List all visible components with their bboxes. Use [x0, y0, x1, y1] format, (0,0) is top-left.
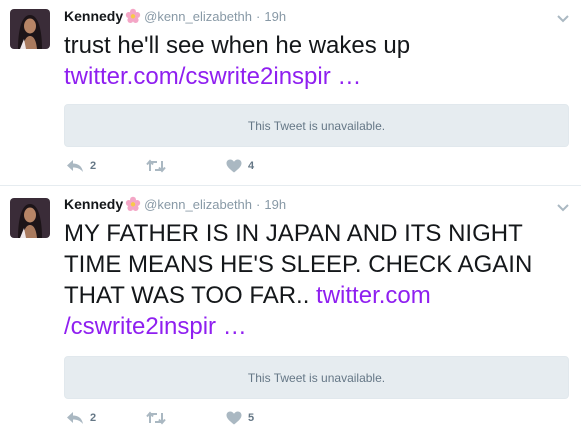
- flower-emoji-icon: [125, 8, 141, 24]
- user-handle[interactable]: @kenn_elizabethh: [144, 197, 252, 212]
- like-count: 4: [248, 160, 255, 172]
- reply-count: 2: [90, 412, 97, 424]
- retweet-icon: [146, 411, 166, 425]
- unavailable-message: This Tweet is unavailable.: [247, 370, 386, 385]
- tweet-body: trust he'll see when he wakes up: [64, 32, 411, 59]
- unavailable-message: This Tweet is unavailable.: [247, 118, 386, 133]
- reply-button[interactable]: 2: [66, 159, 146, 173]
- like-button[interactable]: 4: [226, 159, 306, 173]
- retweet-icon: [146, 159, 166, 173]
- user-handle[interactable]: @kenn_elizabethh: [144, 9, 252, 24]
- like-button[interactable]: 5: [226, 411, 306, 425]
- tweet-actions: 2 4: [66, 156, 306, 176]
- tweet-header: Kennedy @kenn_elizabethh · 19h: [64, 194, 286, 214]
- reply-count: 2: [90, 160, 97, 172]
- quoted-tweet-card: This Tweet is unavailable.: [64, 104, 569, 147]
- tweet-header: Kennedy @kenn_elizabethh · 19h: [64, 6, 286, 26]
- tweet-text: MY FATHER IS IN JAPAN AND ITS NIGHT TIME…: [64, 218, 572, 342]
- timestamp[interactable]: 19h: [264, 9, 286, 24]
- display-name[interactable]: Kennedy: [64, 196, 123, 212]
- tweet-text: trust he'll see when he wakes up twitter…: [64, 30, 572, 92]
- flower-emoji-icon: [125, 196, 141, 212]
- timestamp[interactable]: 19h: [264, 197, 286, 212]
- chevron-down-icon[interactable]: [557, 199, 569, 217]
- tweet-body: MY FATHER IS IN JAPAN AND ITS NIGHT TIME…: [64, 220, 533, 309]
- avatar[interactable]: [10, 198, 50, 238]
- like-count: 5: [248, 412, 255, 424]
- tweet[interactable]: Kennedy @kenn_elizabethh · 19h trust he'…: [0, 0, 581, 185]
- heart-icon: [226, 159, 242, 173]
- reply-icon: [66, 159, 84, 173]
- heart-icon: [226, 411, 242, 425]
- tweet-actions: 2 5: [66, 408, 306, 428]
- separator-dot: ·: [256, 196, 261, 212]
- chevron-down-icon[interactable]: [557, 10, 569, 28]
- reply-icon: [66, 411, 84, 425]
- display-name[interactable]: Kennedy: [64, 8, 123, 24]
- separator-dot: ·: [256, 8, 261, 24]
- quoted-tweet-card: This Tweet is unavailable.: [64, 356, 569, 399]
- reply-button[interactable]: 2: [66, 411, 146, 425]
- retweet-button[interactable]: [146, 411, 226, 425]
- tweet-link[interactable]: twitter.com/cswrite2inspir …: [64, 63, 361, 90]
- avatar[interactable]: [10, 9, 50, 49]
- retweet-button[interactable]: [146, 159, 226, 173]
- tweet[interactable]: Kennedy @kenn_elizabethh · 19h MY FATHER…: [0, 185, 581, 435]
